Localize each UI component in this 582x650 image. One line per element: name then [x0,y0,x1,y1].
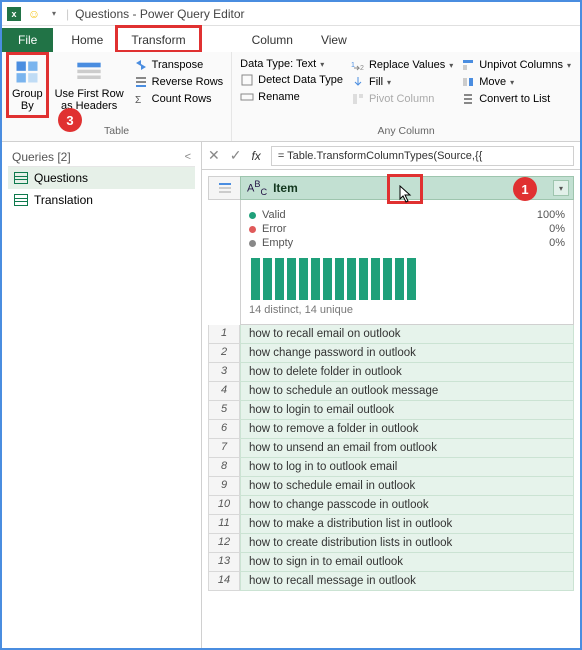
cell[interactable]: how to change passcode in outlook [240,496,574,515]
formula-input[interactable]: = Table.TransformColumnTypes(Source,{{ [271,146,574,166]
detect-data-type-button[interactable]: Detect Data Type [240,73,343,87]
cell[interactable]: how to sign in to email outlook [240,553,574,572]
convert-to-list-button[interactable]: Convert to List [461,92,571,106]
cell[interactable]: how to log in to outlook email [240,458,574,477]
table-row[interactable]: 12how to create distribution lists in ou… [208,534,574,553]
cell[interactable]: how to recall email on outlook [240,325,574,344]
cancel-formula-icon[interactable]: ✕ [208,147,220,164]
table-icon [14,194,28,206]
row-number[interactable]: 1 [208,325,240,344]
pivot-column-button[interactable]: Pivot Column [351,92,453,106]
table-row[interactable]: 8how to log in to outlook email [208,458,574,477]
smiley-icon[interactable]: ☺ [26,6,42,22]
column-quality-panel: Valid100% Error0% Empty0% 14 distinct, 1… [240,200,574,325]
queries-header[interactable]: Queries [2] < [8,148,195,167]
count-rows-button[interactable]: ΣCount Rows [134,92,224,106]
cell[interactable]: how to schedule an outlook message [240,382,574,401]
cell[interactable]: how to create distribution lists in outl… [240,534,574,553]
tab-view[interactable]: View [307,28,361,52]
table-row[interactable]: 4how to schedule an outlook message [208,382,574,401]
table-icon [14,172,28,184]
table-row[interactable]: 6how to remove a folder in outlook [208,420,574,439]
row-number[interactable]: 3 [208,363,240,382]
svg-text:Σ: Σ [135,95,141,106]
row-number[interactable]: 2 [208,344,240,363]
query-item-questions[interactable]: Questions [8,167,195,189]
type-icon: ABC [247,179,267,197]
table-row[interactable]: 14how to recall message in outlook [208,572,574,591]
window-title: Questions - Power Query Editor [75,7,244,21]
row-number[interactable]: 10 [208,496,240,515]
tab-transform[interactable]: Transform [117,28,199,52]
ribbon: Group By Use First Row as Headers Transp… [2,52,580,142]
select-all-cell[interactable] [208,176,240,200]
cell[interactable]: how to make a distribution list in outlo… [240,515,574,534]
table-row[interactable]: 1how to recall email on outlook [208,325,574,344]
table-row[interactable]: 5how to login to email outlook [208,401,574,420]
table-row[interactable]: 2how change password in outlook [208,344,574,363]
unpivot-columns-button[interactable]: Unpivot Columns▾ [461,58,571,72]
queries-pane: Queries [2] < Questions Translation [2,142,202,648]
group-by-button[interactable]: Group By [10,56,45,114]
column-filter-dropdown[interactable]: ▾ [553,180,569,196]
move-button[interactable]: Move▾ [461,75,571,89]
svg-text:2: 2 [360,65,364,72]
rename-button[interactable]: Rename [240,90,343,104]
commit-formula-icon[interactable]: ✓ [230,147,242,164]
tab-add-column[interactable]: Column [238,28,307,52]
row-number[interactable]: 5 [208,401,240,420]
distribution-sparkline [249,250,565,304]
table-row[interactable]: 10how to change passcode in outlook [208,496,574,515]
ribbon-tabs: File Home Transform 2 Column View [2,26,580,52]
column-header-item[interactable]: ABC Item 1 ▾ [240,176,574,200]
cell[interactable]: how to schedule email in outlook [240,477,574,496]
collapse-icon[interactable]: < [185,151,191,163]
row-number[interactable]: 7 [208,439,240,458]
reverse-rows-button[interactable]: Reverse Rows [134,75,224,89]
row-number[interactable]: 11 [208,515,240,534]
row-number[interactable]: 12 [208,534,240,553]
cell[interactable]: how change password in outlook [240,344,574,363]
ribbon-group-anycol: Data Type: Text▾ Detect Data Type Rename… [232,52,580,141]
row-number[interactable]: 13 [208,553,240,572]
cell[interactable]: how to recall message in outlook [240,572,574,591]
ribbon-group-label-anycol: Any Column [240,123,572,137]
data-grid[interactable]: 1how to recall email on outlook2how chan… [208,325,574,591]
excel-app-icon: x [6,6,22,22]
table-row[interactable]: 11how to make a distribution list in out… [208,515,574,534]
cell[interactable]: how to delete folder in outlook [240,363,574,382]
use-first-row-button[interactable]: Use First Row as Headers [53,56,126,114]
cell[interactable]: how to unsend an email from outlook [240,439,574,458]
fx-icon[interactable]: fx [251,149,260,163]
row-number[interactable]: 14 [208,572,240,591]
tab-home[interactable]: Home [57,28,117,52]
formula-bar: ✕ ✓ fx = Table.TransformColumnTypes(Sour… [202,142,580,170]
row-number[interactable]: 8 [208,458,240,477]
table-row[interactable]: 13how to sign in to email outlook [208,553,574,572]
cell[interactable]: how to login to email outlook [240,401,574,420]
qat-dropdown-icon[interactable]: ▾ [46,6,62,22]
table-row[interactable]: 9how to schedule email in outlook [208,477,574,496]
cell[interactable]: how to remove a folder in outlook [240,420,574,439]
tab-file[interactable]: File [2,28,53,52]
title-bar: x ☺ ▾ | Questions - Power Query Editor [2,2,580,26]
replace-values-button[interactable]: 12Replace Values▾ [351,58,453,72]
transpose-button[interactable]: Transpose [134,58,224,72]
data-type-button[interactable]: Data Type: Text▾ [240,58,343,70]
row-number[interactable]: 6 [208,420,240,439]
ribbon-group-label-table: Table [10,123,223,137]
ribbon-group-table: Group By Use First Row as Headers Transp… [2,52,232,141]
table-row[interactable]: 3how to delete folder in outlook [208,363,574,382]
table-icon [218,182,232,194]
row-number[interactable]: 9 [208,477,240,496]
query-item-translation[interactable]: Translation [8,189,195,211]
row-number[interactable]: 4 [208,382,240,401]
table-row[interactable]: 7how to unsend an email from outlook [208,439,574,458]
fill-button[interactable]: Fill▾ [351,75,453,89]
